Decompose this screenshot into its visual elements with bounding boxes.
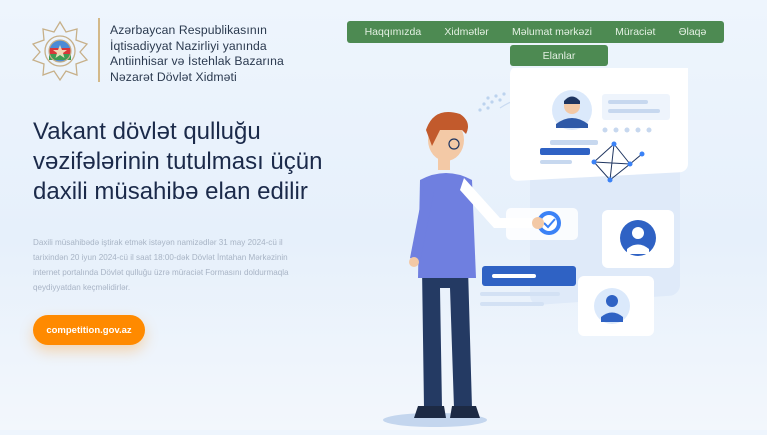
main-navigation: Haqqımızda Xidmətlər Məlumat mərkəzi Mür… [347, 21, 724, 43]
organization-name: Azərbaycan Respublikasının İqtisadiyyat … [110, 23, 284, 84]
nav-item-appeal[interactable]: Müraciət [615, 26, 655, 38]
nav-item-contact[interactable]: Əlaqə [679, 26, 707, 38]
hero-title: Vakant dövlət qulluğu vəzifələrinin tutu… [33, 118, 323, 205]
logo-divider [98, 18, 100, 82]
competition-link-button[interactable]: competition.gov.az [33, 315, 145, 345]
hero-description: Daxili müsahibədə iştirak etmək istəyən … [33, 238, 289, 292]
nav-item-about[interactable]: Haqqımızda [365, 26, 422, 38]
nav-item-announcements[interactable]: Elanlar [543, 50, 576, 62]
nav-item-info-center[interactable]: Məlumat mərkəzi [512, 26, 592, 38]
secondary-navigation: Elanlar [510, 45, 608, 66]
hero-illustration [380, 57, 767, 430]
emblem-logo [29, 20, 91, 82]
nav-item-services[interactable]: Xidmətlər [444, 26, 488, 38]
